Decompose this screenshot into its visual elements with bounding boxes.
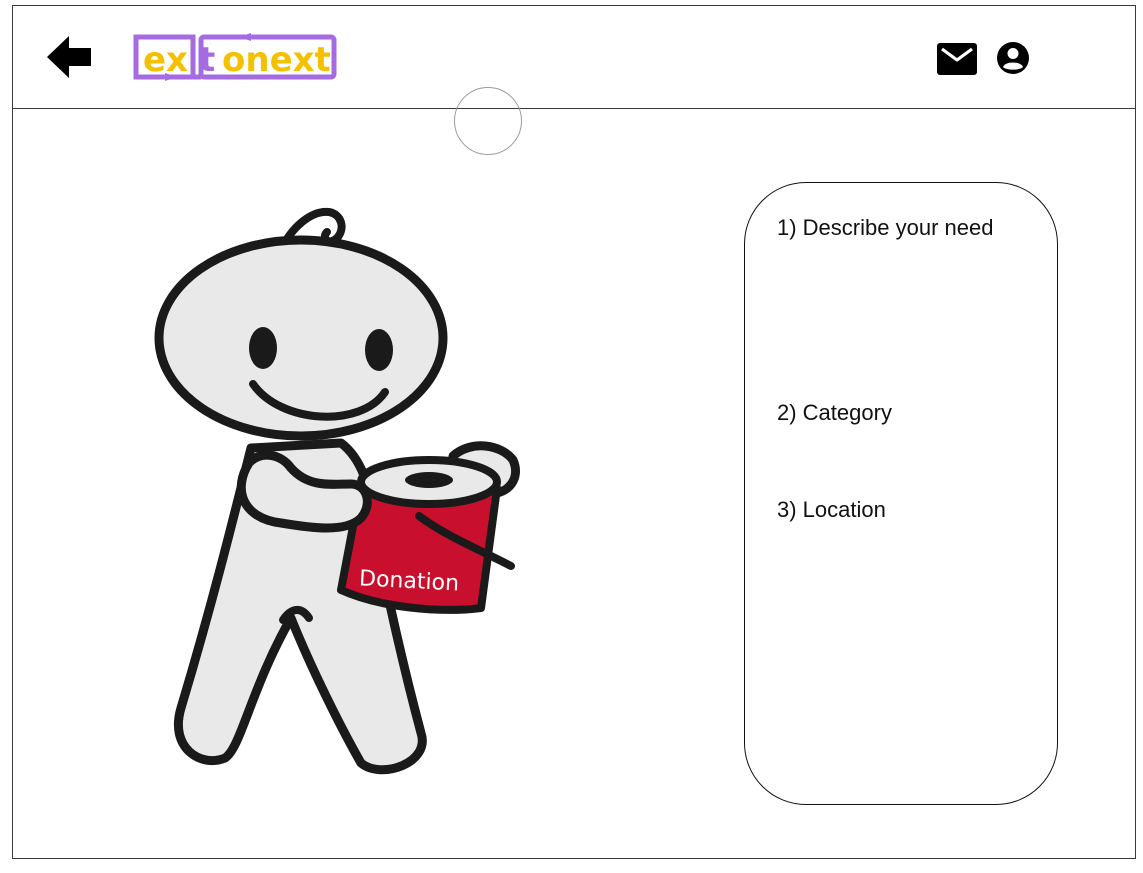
- location-label[interactable]: 3) Location: [777, 497, 886, 523]
- top-bar: ex t onext: [13, 6, 1135, 109]
- donation-mascot-illustration: Donation: [154, 207, 520, 775]
- account-circle-icon[interactable]: [996, 41, 1030, 75]
- category-label[interactable]: 2) Category: [777, 400, 892, 426]
- can-label: Donation: [358, 566, 459, 596]
- extonext-logo[interactable]: ex t onext: [133, 32, 339, 84]
- scroll-handle-circle[interactable]: [454, 87, 522, 155]
- mail-icon[interactable]: [937, 43, 977, 75]
- logo-text-onext: onext: [222, 40, 331, 80]
- request-form-panel: 1) Describe your need 2) Category 3) Loc…: [744, 182, 1058, 805]
- logo-text-ex: ex: [143, 40, 188, 80]
- logo-text-t: t: [199, 40, 215, 80]
- app-window: ex t onext Donation 1) Describe your nee…: [12, 5, 1136, 859]
- describe-need-label[interactable]: 1) Describe your need: [777, 215, 993, 241]
- back-arrow-icon[interactable]: [47, 36, 91, 78]
